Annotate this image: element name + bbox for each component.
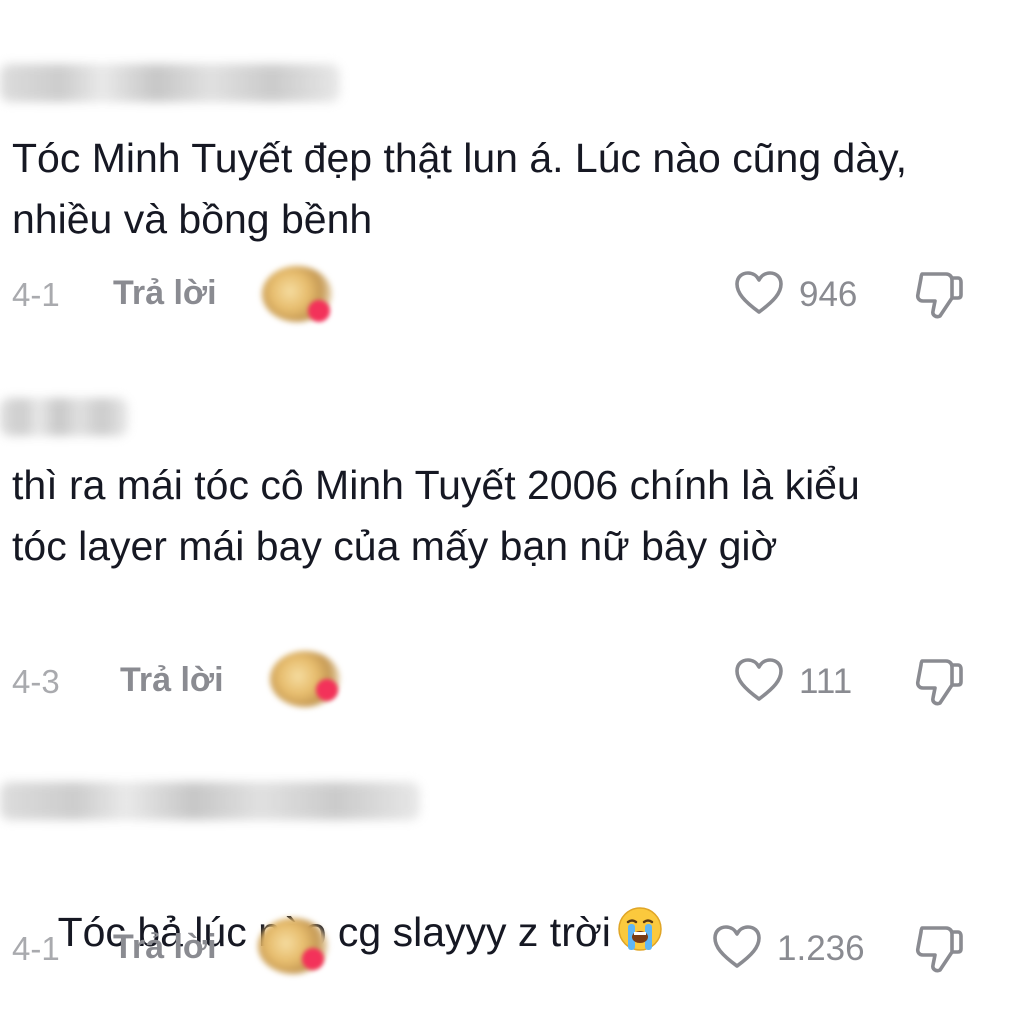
comment-date: 4-3 xyxy=(12,663,60,700)
heart-outline-icon[interactable] xyxy=(712,924,762,970)
thumbs-down-outline-icon[interactable] xyxy=(914,922,964,974)
like-count: 111 xyxy=(799,662,853,701)
comment-date: 4-1 xyxy=(12,276,60,313)
like-count: 946 xyxy=(799,275,858,314)
username-blurred[interactable] xyxy=(0,64,340,102)
heart-outline-icon[interactable] xyxy=(734,657,784,703)
reply-button[interactable]: Trả lời xyxy=(113,928,217,967)
reply-button[interactable]: Trả lời xyxy=(120,661,224,700)
username-blurred[interactable] xyxy=(0,398,128,436)
heart-outline-icon[interactable] xyxy=(734,270,784,316)
username-blurred[interactable] xyxy=(0,782,420,820)
comment-meta: 4-1 Trả lời 946 xyxy=(0,264,1011,324)
creator-reaction-avatar xyxy=(270,651,350,711)
thumbs-down-outline-icon[interactable] xyxy=(914,655,964,707)
like-count: 1.236 xyxy=(777,929,865,968)
comment-meta: 4-3 Trả lời 111 xyxy=(0,651,1011,711)
creator-reaction-avatar xyxy=(258,918,338,978)
comment-meta: 4-1 Trả lời 1.236 xyxy=(0,918,1011,978)
comment-text: Tóc Minh Tuyết đẹp thật lun á. Lúc nào c… xyxy=(12,135,919,242)
comment-date: 4-1 xyxy=(12,930,60,967)
reply-button[interactable]: Trả lời xyxy=(113,274,217,313)
creator-reaction-avatar xyxy=(262,266,342,326)
comment-text: thì ra mái tóc cô Minh Tuyết 2006 chính … xyxy=(12,462,872,569)
thumbs-down-outline-icon[interactable] xyxy=(914,268,964,320)
